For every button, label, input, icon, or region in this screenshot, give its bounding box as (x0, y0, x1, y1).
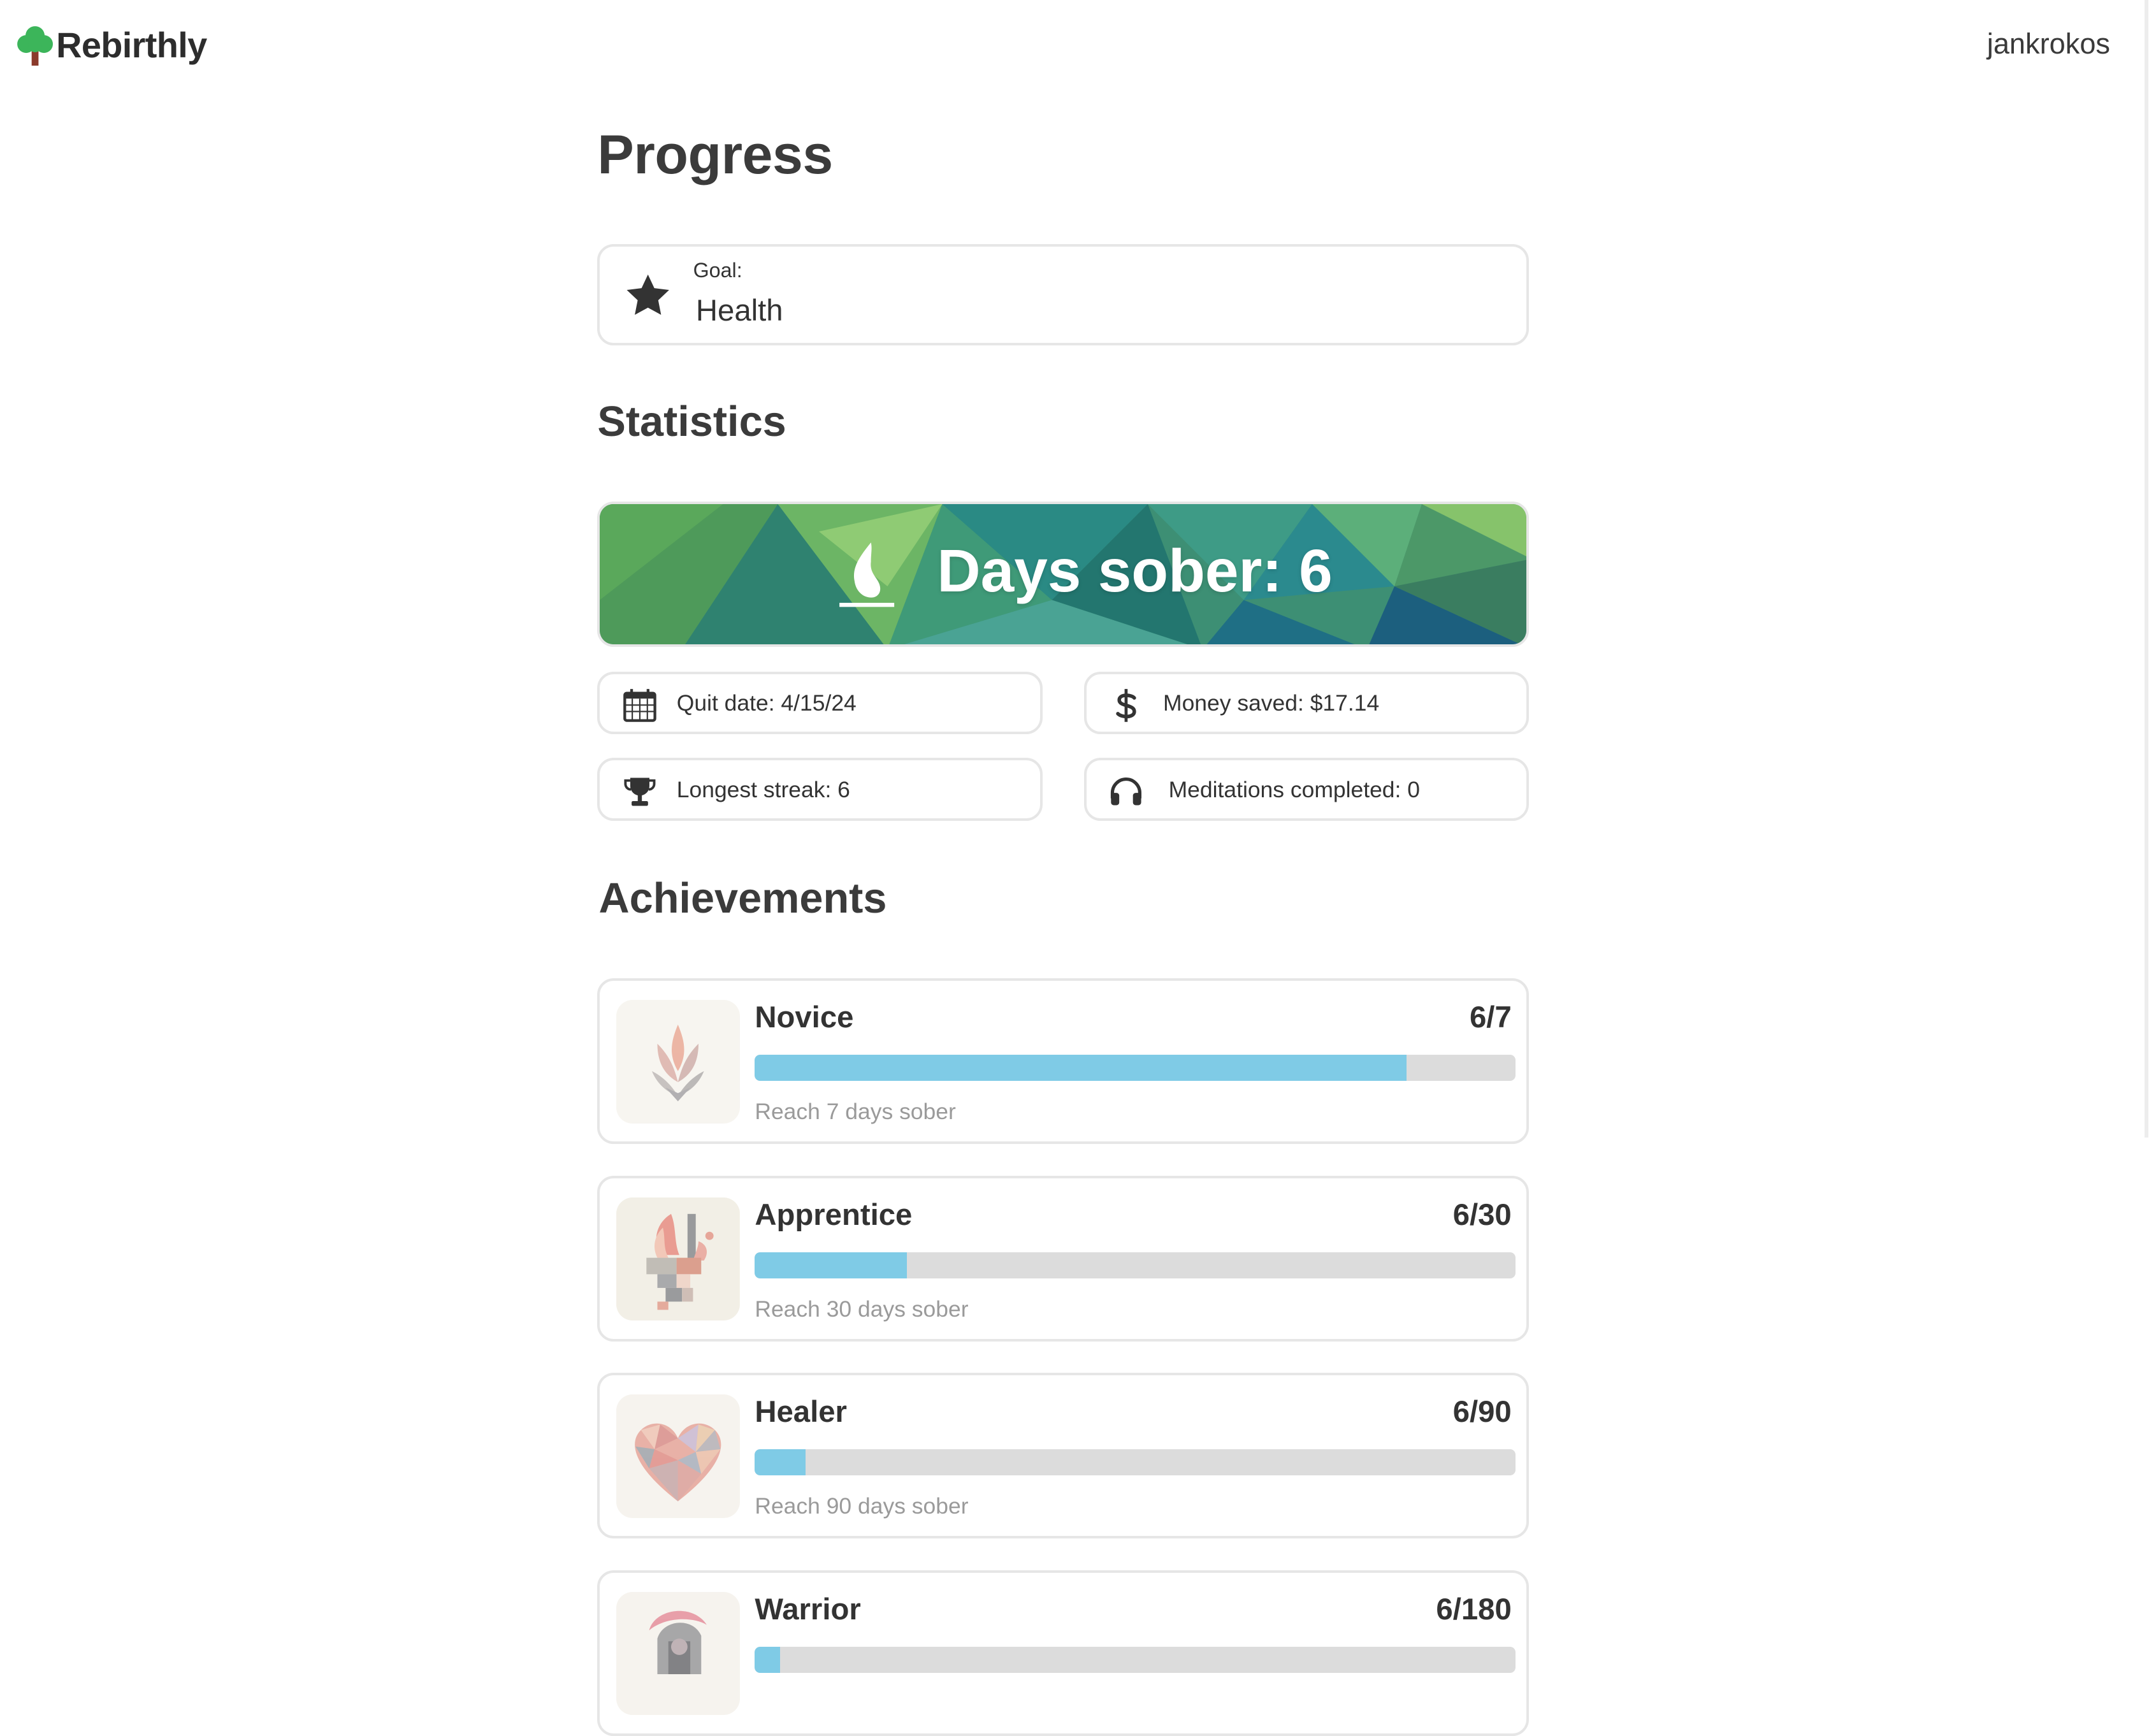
achievements-heading: Achievements (598, 874, 887, 922)
page-title: Progress (597, 124, 833, 185)
achievement-progress-bar (755, 1646, 1516, 1673)
achievement-progress-fill (755, 1646, 781, 1673)
achievement-name: Healer (755, 1395, 847, 1429)
trophy-icon (624, 778, 656, 806)
achievement-badge-image (616, 1591, 740, 1716)
achievement-badge-image (616, 1197, 740, 1321)
achievement-card-apprentice[interactable]: Apprentice 6/30 Reach 30 days sober (597, 1175, 1530, 1342)
achievement-badge-image (616, 1000, 740, 1124)
days-sober-banner: Days sober: 6 (597, 501, 1530, 647)
quit-date-card: Quit date: 4/15/24 (597, 671, 1043, 735)
calendar-icon (623, 689, 656, 722)
achievement-progress-fill (755, 1252, 907, 1278)
longest-streak-text: Longest streak: 6 (676, 776, 850, 802)
money-saved-card: Money saved: $17.14 (1083, 671, 1530, 735)
achievement-card-warrior[interactable]: Warrior 6/180 (597, 1570, 1530, 1736)
achievement-description: Reach 7 days sober (755, 1098, 956, 1124)
tree-logo-icon (17, 25, 53, 66)
achievement-description: Reach 90 days sober (755, 1493, 969, 1519)
meditations-text: Meditations completed: 0 (1168, 776, 1420, 802)
achievement-progress-fill (755, 1449, 806, 1476)
top-bar: Rebirthly jankrokos (0, 0, 2148, 96)
app-logo[interactable]: Rebirthly (17, 24, 207, 68)
statistics-heading: Statistics (597, 398, 786, 445)
achievement-name: Warrior (755, 1592, 861, 1626)
money-saved-text: Money saved: $17.14 (1163, 690, 1380, 716)
days-sober-text: Days sober: 6 (937, 537, 1333, 605)
achievement-progress-count: 6/7 (1470, 1001, 1512, 1035)
achievement-description: Reach 30 days sober (755, 1296, 969, 1322)
achievement-card-novice[interactable]: Novice 6/7 Reach 7 days sober (597, 978, 1530, 1145)
achievement-progress-bar (755, 1055, 1516, 1081)
achievement-progress-count: 6/30 (1452, 1197, 1512, 1232)
goal-label: Goal: (693, 259, 742, 282)
achievement-progress-bar (755, 1252, 1516, 1278)
user-menu[interactable]: jankrokos (1987, 27, 2110, 61)
star-icon (626, 275, 669, 315)
goal-card[interactable]: Goal: Health (597, 243, 1530, 345)
flame-icon (839, 542, 895, 607)
longest-streak-card: Longest streak: 6 (597, 757, 1043, 821)
page-scrollbar[interactable] (2144, 0, 2149, 1138)
achievement-progress-count: 6/180 (1436, 1592, 1512, 1626)
dollar-icon (1116, 689, 1136, 722)
quit-date-text: Quit date: 4/15/24 (676, 690, 857, 716)
achievement-badge-image (616, 1394, 740, 1518)
achievement-name: Apprentice (755, 1197, 913, 1232)
achievement-progress-fill (755, 1055, 1407, 1081)
goal-value: Health (695, 293, 783, 328)
achievement-card-healer[interactable]: Healer 6/90 Reach 90 days sober (597, 1373, 1530, 1539)
achievement-name: Novice (755, 1001, 854, 1035)
app-name: Rebirthly (56, 25, 207, 66)
achievement-progress-bar (755, 1449, 1516, 1476)
meditations-card: Meditations completed: 0 (1083, 757, 1530, 821)
headphones-icon (1110, 778, 1142, 806)
achievement-progress-count: 6/90 (1452, 1395, 1512, 1429)
